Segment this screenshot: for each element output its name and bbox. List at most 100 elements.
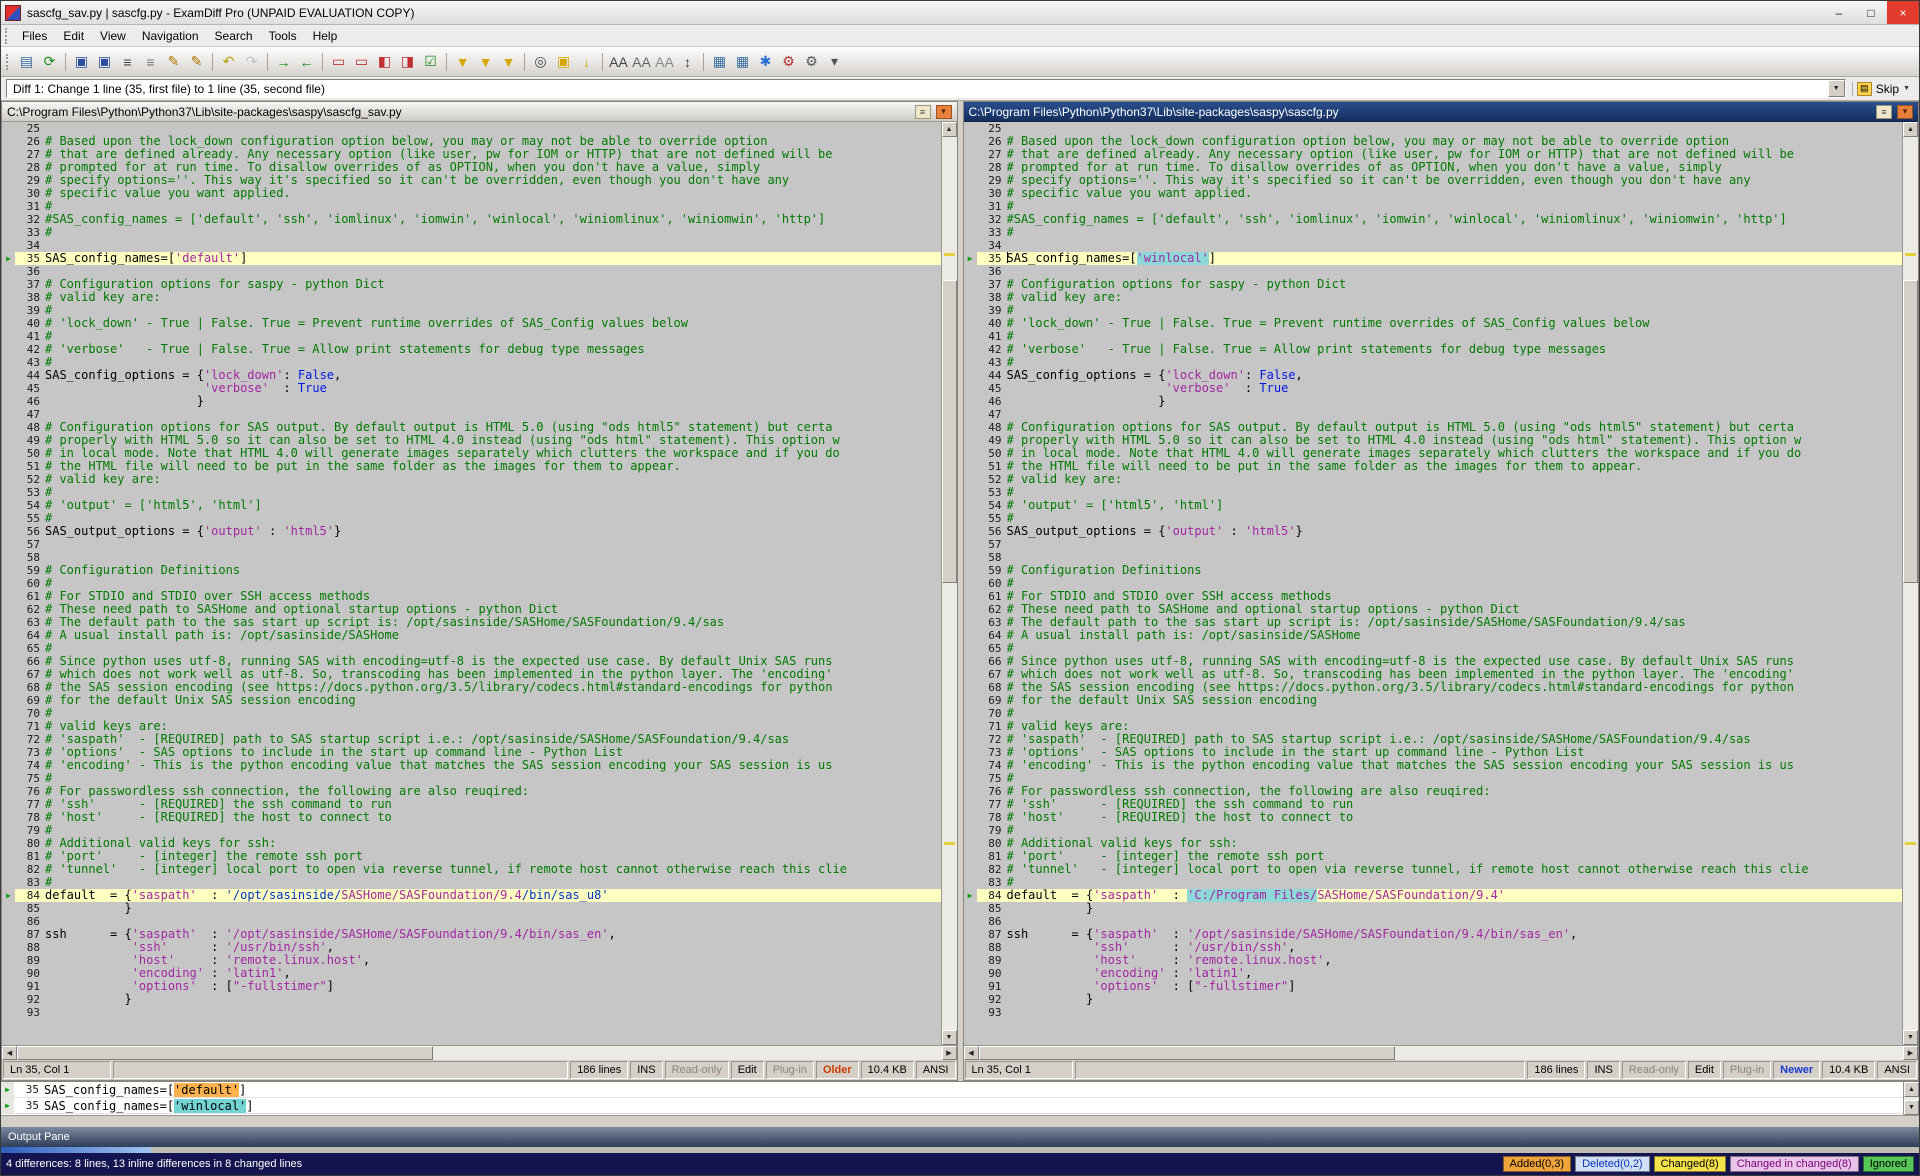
code-line[interactable]: 45 'verbose' : True <box>964 382 1903 395</box>
code-line[interactable]: 42# 'verbose' - True | False. True = All… <box>2 343 941 356</box>
detail-line[interactable]: ▶35SAS_config_names=['winlocal'] <box>1 1098 1903 1114</box>
recompare-icon[interactable]: ⟳ <box>38 50 61 73</box>
prev-difference-icon[interactable]: ← <box>295 50 318 73</box>
code-line[interactable]: 53# <box>964 486 1903 499</box>
menu-tools[interactable]: Tools <box>261 26 305 46</box>
badge-ignored[interactable]: Ignored <box>1863 1156 1914 1172</box>
code-line[interactable]: 89 'host' : 'remote.linux.host', <box>964 954 1903 967</box>
right-hscroll-thumb[interactable] <box>979 1046 1395 1060</box>
code-line[interactable]: 60# <box>2 577 941 590</box>
code-line[interactable]: 65# <box>2 642 941 655</box>
scroll-down-icon[interactable]: ▼ <box>1904 1100 1919 1115</box>
code-line[interactable]: 79# <box>2 824 941 837</box>
output-pane-bar[interactable]: Output Pane <box>1 1127 1919 1147</box>
code-line[interactable]: 55# <box>964 512 1903 525</box>
diff-selector-combobox[interactable]: Diff 1: Change 1 line (35, first file) t… <box>6 79 1846 98</box>
code-line[interactable]: 66# Since python uses utf-8, running SAS… <box>2 655 941 668</box>
menu-navigation[interactable]: Navigation <box>134 26 207 46</box>
code-line[interactable]: 38# valid key are: <box>964 291 1903 304</box>
code-line[interactable]: 34 <box>964 239 1903 252</box>
code-line[interactable]: 86 <box>964 915 1903 928</box>
left-vertical-scrollbar[interactable]: ▲ ▼ <box>941 122 957 1045</box>
print-icon[interactable]: ≡ <box>116 50 139 73</box>
code-line[interactable]: 68# the SAS session encoding (see https:… <box>964 681 1903 694</box>
scroll-up-icon[interactable]: ▲ <box>1904 1082 1919 1097</box>
goto-line-icon[interactable]: ↓ <box>575 50 598 73</box>
code-line[interactable]: 29# specify options=''. This way it's sp… <box>964 174 1903 187</box>
code-line[interactable]: 74# 'encoding' - This is the python enco… <box>964 759 1903 772</box>
filter-lines-icon[interactable]: ▼ <box>451 50 474 73</box>
search-next-icon[interactable]: AA <box>630 50 653 73</box>
code-line[interactable]: 32#SAS_config_names = ['default', 'ssh',… <box>2 213 941 226</box>
code-line[interactable]: 81# 'port' - [integer] the remote ssh po… <box>964 850 1903 863</box>
code-line[interactable]: 56SAS_output_options = {'output' : 'html… <box>964 525 1903 538</box>
auto-recompare-icon[interactable]: ☑ <box>419 50 442 73</box>
right-pane-options-icon[interactable]: ▾ <box>1897 105 1913 119</box>
code-line[interactable]: 63# The default path to the sas start up… <box>2 616 941 629</box>
code-line[interactable]: 40# 'lock_down' - True | False. True = P… <box>2 317 941 330</box>
code-line[interactable]: 37# Configuration options for saspy - py… <box>964 278 1903 291</box>
right-scroll-track[interactable] <box>1903 137 1918 1030</box>
code-line[interactable]: 50# in local mode. Note that HTML 4.0 wi… <box>964 447 1903 460</box>
code-line[interactable]: 60# <box>964 577 1903 590</box>
right-code[interactable]: 2526# Based upon the lock_down configura… <box>964 122 1903 1045</box>
customize-dropdown-icon[interactable]: ▾ <box>823 50 846 73</box>
scroll-up-icon[interactable]: ▲ <box>942 122 957 137</box>
code-line[interactable]: 90 'encoding' : 'latin1', <box>964 967 1903 980</box>
code-line[interactable]: 67# which does not work well as utf-8. S… <box>964 668 1903 681</box>
code-line[interactable]: 67# which does not work well as utf-8. S… <box>2 668 941 681</box>
scroll-left-icon[interactable]: ◀ <box>2 1046 17 1060</box>
code-line[interactable]: 73# 'options' - SAS options to include i… <box>2 746 941 759</box>
code-line[interactable]: 90 'encoding' : 'latin1', <box>2 967 941 980</box>
filter-blocks-icon[interactable]: ▼ <box>474 50 497 73</box>
code-line[interactable]: 69# for the default Unix SAS session enc… <box>2 694 941 707</box>
code-line[interactable]: 64# A usual install path is: /opt/sasins… <box>2 629 941 642</box>
code-line[interactable]: 40# 'lock_down' - True | False. True = P… <box>964 317 1903 330</box>
code-line[interactable]: 82# 'tunnel' - [integer] local port to o… <box>2 863 941 876</box>
sort-icon[interactable]: ↕ <box>676 50 699 73</box>
code-line[interactable]: 81# 'port' - [integer] the remote ssh po… <box>2 850 941 863</box>
menu-help[interactable]: Help <box>305 26 346 46</box>
code-line[interactable]: 93 <box>2 1006 941 1019</box>
search-binoculars-icon[interactable]: AA <box>607 50 630 73</box>
skip-control[interactable]: ▤ Skip ▼ <box>1852 82 1914 96</box>
right-hscroll-track[interactable] <box>979 1046 1904 1060</box>
save-second-icon[interactable]: ▣ <box>93 50 116 73</box>
code-line[interactable]: 30# specific value you want applied. <box>2 187 941 200</box>
code-line[interactable]: 78# 'host' - [REQUIRED] the host to conn… <box>2 811 941 824</box>
code-line[interactable]: 47 <box>964 408 1903 421</box>
code-line[interactable]: 57 <box>964 538 1903 551</box>
redo-icon[interactable]: ↷ <box>240 50 263 73</box>
left-pane-print-icon[interactable]: ≡ <box>915 105 931 119</box>
undo-icon[interactable]: ↶ <box>217 50 240 73</box>
maximize-button[interactable]: □ <box>1855 1 1887 24</box>
code-line[interactable]: 41# <box>2 330 941 343</box>
code-line[interactable]: 55# <box>2 512 941 525</box>
code-line[interactable]: 57 <box>2 538 941 551</box>
badge-changed-in-changed[interactable]: Changed in changed(8) <box>1730 1156 1859 1172</box>
statistics-view-icon[interactable]: ▦ <box>708 50 731 73</box>
code-line[interactable]: ▶35SAS_config_names=['default'] <box>2 252 941 265</box>
badge-changed[interactable]: Changed(8) <box>1654 1156 1726 1172</box>
code-line[interactable]: ▶84default = {'saspath' : '/opt/sasinsid… <box>2 889 941 902</box>
show-all-lines-icon[interactable]: ▭ <box>327 50 350 73</box>
left-horizontal-scrollbar[interactable]: ◀ ▶ <box>2 1045 957 1060</box>
filter-options-icon[interactable]: ▼ <box>497 50 520 73</box>
code-line[interactable]: 44SAS_config_options = {'lock_down': Fal… <box>2 369 941 382</box>
menu-edit[interactable]: Edit <box>55 26 92 46</box>
show-right-pane-icon[interactable]: ◨ <box>396 50 419 73</box>
code-line[interactable]: 76# For passwordless ssh connection, the… <box>2 785 941 798</box>
badge-deleted[interactable]: Deleted(0,2) <box>1575 1156 1650 1172</box>
left-scroll-track[interactable] <box>942 137 957 1030</box>
code-line[interactable]: 92 } <box>2 993 941 1006</box>
code-line[interactable]: 85 } <box>2 902 941 915</box>
code-line[interactable]: 44SAS_config_options = {'lock_down': Fal… <box>964 369 1903 382</box>
code-line[interactable]: 30# specific value you want applied. <box>964 187 1903 200</box>
code-line[interactable]: 59# Configuration Definitions <box>964 564 1903 577</box>
code-line[interactable]: 36 <box>964 265 1903 278</box>
code-line[interactable]: 28# prompted for at run time. To disallo… <box>2 161 941 174</box>
right-horizontal-scrollbar[interactable]: ◀ ▶ <box>964 1045 1919 1060</box>
code-line[interactable]: 73# 'options' - SAS options to include i… <box>964 746 1903 759</box>
code-line[interactable]: 37# Configuration options for saspy - py… <box>2 278 941 291</box>
right-pane-print-icon[interactable]: ≡ <box>1876 105 1892 119</box>
